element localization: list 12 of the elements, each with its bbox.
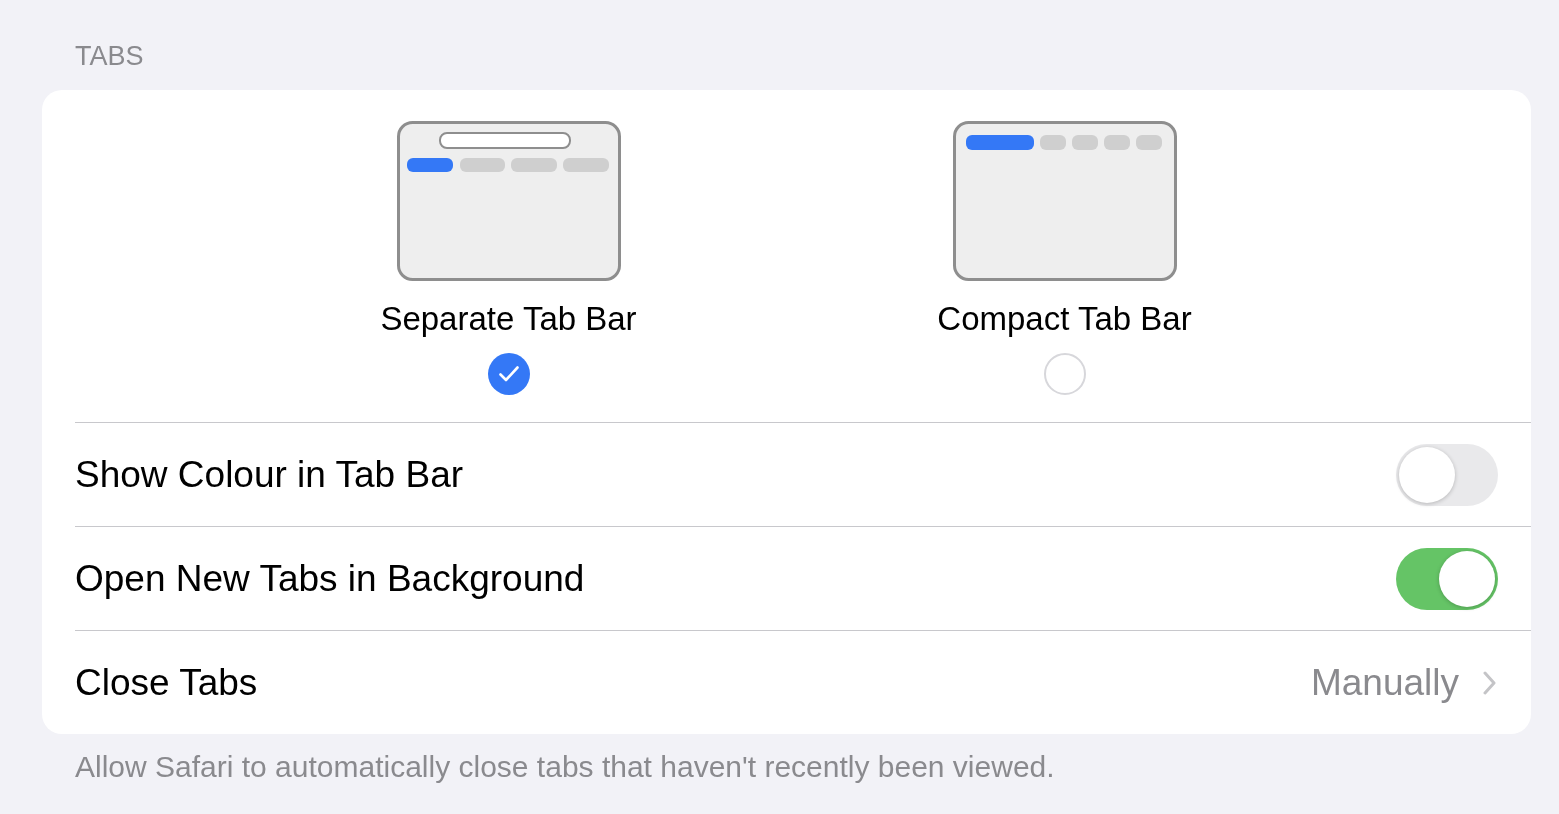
section-header: TABS (75, 40, 145, 72)
option-label: Compact Tab Bar (937, 300, 1192, 338)
chevron-icon (1483, 670, 1496, 695)
checkmark-icon (498, 366, 519, 382)
option-label: Separate Tab Bar (380, 300, 637, 338)
radio-button[interactable] (487, 353, 530, 395)
value-label[interactable]: Manually (1310, 661, 1459, 704)
row-label: Show Colour in Tab Bar (75, 453, 465, 496)
radio-button[interactable] (1043, 353, 1086, 395)
row-label: Open New Tabs in Background (75, 557, 586, 600)
row-label: Close Tabs (75, 661, 259, 704)
footer-note: Allow Safari to automatically close tabs that haven't recently been viewed. (75, 750, 1056, 784)
